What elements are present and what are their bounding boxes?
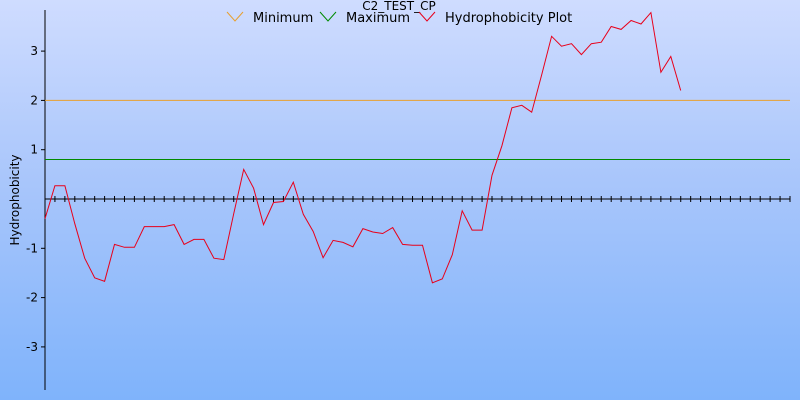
legend-swatch-2 xyxy=(418,11,436,22)
hydrophobicity-chart: -3 -2 -1 1 2 3 C2_TEST_CP Minimum Maximum Hydro… xyxy=(0,0,800,400)
legend-swatch-1 xyxy=(319,11,337,22)
y-axis-label: Hydrophobicity xyxy=(8,154,22,245)
y-tick-label: 1 xyxy=(30,143,38,157)
legend: Minimum Maximum Hydrophobicity Plot xyxy=(226,11,572,26)
plot-area: -3-2-1123 C2_TEST_CP Minimum Maximum Hydro… xyxy=(8,0,791,390)
series-layer xyxy=(44,11,790,284)
legend-label-2: Hydrophobicity Plot xyxy=(445,11,572,26)
y-tick-label: 3 xyxy=(30,44,38,58)
legend-swatch-0 xyxy=(226,11,244,22)
legend-label-0: Minimum xyxy=(253,11,313,26)
y-tick-label: -3 xyxy=(26,340,38,354)
y-tick-label: -2 xyxy=(26,291,38,305)
legend-label-1: Maximum xyxy=(346,11,410,26)
y-tick-label: 2 xyxy=(30,93,38,107)
y-tick-label: -1 xyxy=(26,241,38,255)
axes: -3 -2 -1 1 2 3 xyxy=(26,10,791,390)
series-line-2 xyxy=(44,11,682,284)
